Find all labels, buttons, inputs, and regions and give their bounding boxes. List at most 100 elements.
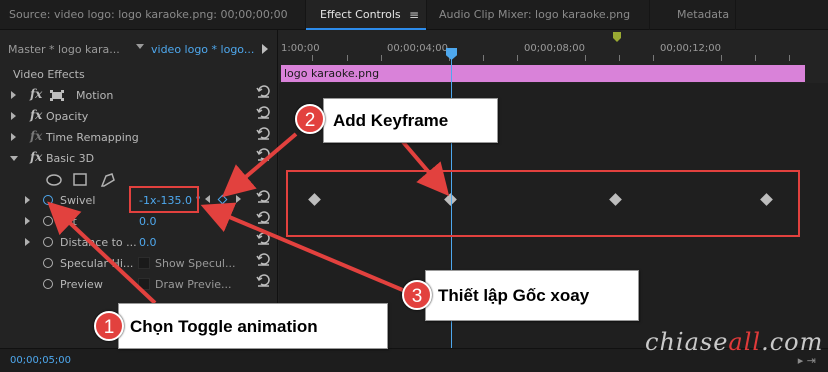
tab-effect-controls-label: Effect Controls	[320, 8, 401, 21]
clip-bar[interactable]: logo karaoke.png	[281, 65, 805, 82]
ruler-tick	[653, 55, 654, 61]
expand-triangle-icon[interactable]	[11, 91, 16, 99]
panel-tab-bar: Source: video logo: logo karaoke.png: 00…	[0, 0, 828, 30]
effect-label-motion: Motion	[76, 89, 114, 102]
reset-icons	[256, 85, 270, 287]
ruler-tick	[347, 55, 348, 61]
motion-transform-icon[interactable]	[50, 90, 64, 101]
param-row-distance[interactable]: Distance to ... 0.0	[0, 232, 278, 253]
highlight-swivel-value	[129, 186, 199, 213]
mask-tools	[46, 173, 115, 187]
param-label-tilt: Tilt	[60, 215, 77, 228]
param-row-specular[interactable]: Specular Hi... Show Specul...	[0, 253, 278, 274]
effect-label-basic-3d: Basic 3D	[46, 152, 95, 165]
specular-checkbox-label: Show Specul...	[155, 257, 236, 270]
effect-label-time-remapping: Time Remapping	[46, 131, 139, 144]
reset-opacity-icon	[258, 106, 270, 118]
ellipse-mask-icon	[46, 174, 62, 186]
tab-metadata[interactable]: Metadata	[650, 0, 736, 30]
annotation-2-badge: 2	[295, 104, 325, 134]
stopwatch-icon[interactable]	[43, 216, 53, 226]
preview-checkbox-label: Draw Previe...	[155, 278, 232, 291]
ruler-tick	[517, 55, 518, 61]
annotation-3-box: Thiết lập Gốc xoay	[425, 270, 639, 321]
param-row-tilt[interactable]: Tilt 0.0	[0, 211, 278, 232]
param-label-preview: Preview	[60, 278, 103, 291]
ruler-tick	[312, 55, 313, 61]
collapse-triangle-icon[interactable]	[10, 156, 18, 161]
param-value-distance[interactable]: 0.0	[139, 236, 157, 249]
tab-audio-clip-mixer[interactable]: Audio Clip Mixer: logo karaoke.png	[427, 0, 650, 30]
effect-row-time-remapping[interactable]: fx Time Remapping	[0, 127, 278, 148]
ruler-label-2: 00;00;08;00	[524, 43, 586, 54]
effect-row-motion[interactable]: fx Motion	[0, 85, 278, 106]
chevron-down-icon[interactable]	[136, 44, 144, 49]
annotation-3-text: Thiết lập Gốc xoay	[438, 286, 590, 305]
ruler-label-0: 1:00;00	[281, 43, 320, 54]
annotation-2-box: Add Keyframe	[323, 98, 498, 143]
pen-mask-icon	[100, 173, 115, 187]
ruler-tick	[585, 55, 586, 61]
reset-specular-icon	[258, 253, 270, 265]
expand-triangle-icon[interactable]	[25, 238, 30, 246]
watermark-part-3: .com	[761, 328, 824, 356]
stopwatch-icon[interactable]	[43, 279, 53, 289]
expand-triangle-icon[interactable]	[11, 112, 16, 120]
reset-time-remap-icon	[258, 127, 270, 139]
reset-swivel-icon	[258, 190, 270, 202]
timeline-ruler[interactable]: 1:00;00 00;00;04;00 00;00;08;00 00;00;12…	[279, 30, 828, 64]
expand-triangle-icon[interactable]	[25, 196, 30, 204]
tab-source[interactable]: Source: video logo: logo karaoke.png: 00…	[0, 0, 306, 30]
watermark: chiaseall.com	[645, 328, 823, 356]
watermark-part-2: all	[728, 328, 762, 356]
clip-bar-label: logo karaoke.png	[284, 67, 380, 80]
annotation-3-badge: 3	[402, 280, 432, 310]
toggle-animation-stopwatch-icon[interactable]	[43, 195, 53, 205]
fx-icon[interactable]: fx	[30, 87, 42, 101]
param-label-specular: Specular Hi...	[60, 257, 134, 270]
rectangle-mask-icon	[73, 173, 87, 186]
ruler-tick	[483, 55, 484, 61]
annotation-1-text: Chọn Toggle animation	[130, 317, 318, 336]
fx-icon[interactable]: fx	[30, 108, 42, 122]
param-row-preview[interactable]: Preview Draw Previe...	[0, 274, 278, 295]
current-timecode[interactable]: 00;00;05;00	[10, 355, 71, 366]
param-label-distance: Distance to ...	[60, 236, 137, 249]
reset-motion-icon	[258, 85, 270, 97]
sequence-clip-label[interactable]: video logo * logo...	[151, 43, 254, 56]
master-clip-label[interactable]: Master * logo kara...	[8, 43, 120, 56]
annotation-1-box: Chọn Toggle animation	[118, 303, 388, 349]
ruler-tick	[381, 55, 382, 61]
next-keyframe-icon[interactable]	[236, 195, 241, 203]
param-label-swivel: Swivel	[60, 194, 96, 207]
ruler-tick	[755, 55, 756, 61]
video-effects-heading: Video Effects	[13, 68, 85, 81]
specular-checkbox[interactable]	[138, 257, 150, 269]
expand-triangle-icon[interactable]	[25, 217, 30, 225]
watermark-part-1: chiase	[645, 328, 729, 356]
annotation-1-badge: 1	[94, 311, 124, 341]
fx-icon: fx	[30, 129, 43, 143]
preview-checkbox[interactable]	[138, 278, 150, 290]
stopwatch-icon[interactable]	[43, 258, 53, 268]
reset-preview-icon	[258, 274, 270, 286]
effect-row-basic-3d[interactable]: fx Basic 3D	[0, 148, 278, 169]
annotation-2-text: Add Keyframe	[333, 111, 449, 130]
reset-basic3d-icon	[258, 148, 270, 160]
ruler-label-1: 00;00;04;00	[387, 43, 449, 54]
ruler-tick	[619, 55, 620, 61]
previous-keyframe-icon[interactable]	[205, 195, 210, 203]
effect-row-opacity[interactable]: fx Opacity	[0, 106, 278, 127]
param-value-tilt[interactable]: 0.0	[139, 215, 157, 228]
panel-menu-icon[interactable]: ≡	[409, 0, 419, 30]
reset-tilt-icon	[258, 211, 270, 223]
reset-distance-icon	[258, 232, 270, 244]
ruler-tick	[721, 55, 722, 61]
fx-icon[interactable]: fx	[30, 150, 42, 164]
expand-triangle-icon[interactable]	[11, 133, 16, 141]
effect-controls-header: Master * logo kara... video logo * logo.…	[0, 30, 278, 64]
effect-label-opacity: Opacity	[46, 110, 89, 123]
show-timeline-icon[interactable]	[262, 44, 268, 54]
highlight-keyframes	[286, 170, 800, 237]
stopwatch-icon[interactable]	[43, 237, 53, 247]
